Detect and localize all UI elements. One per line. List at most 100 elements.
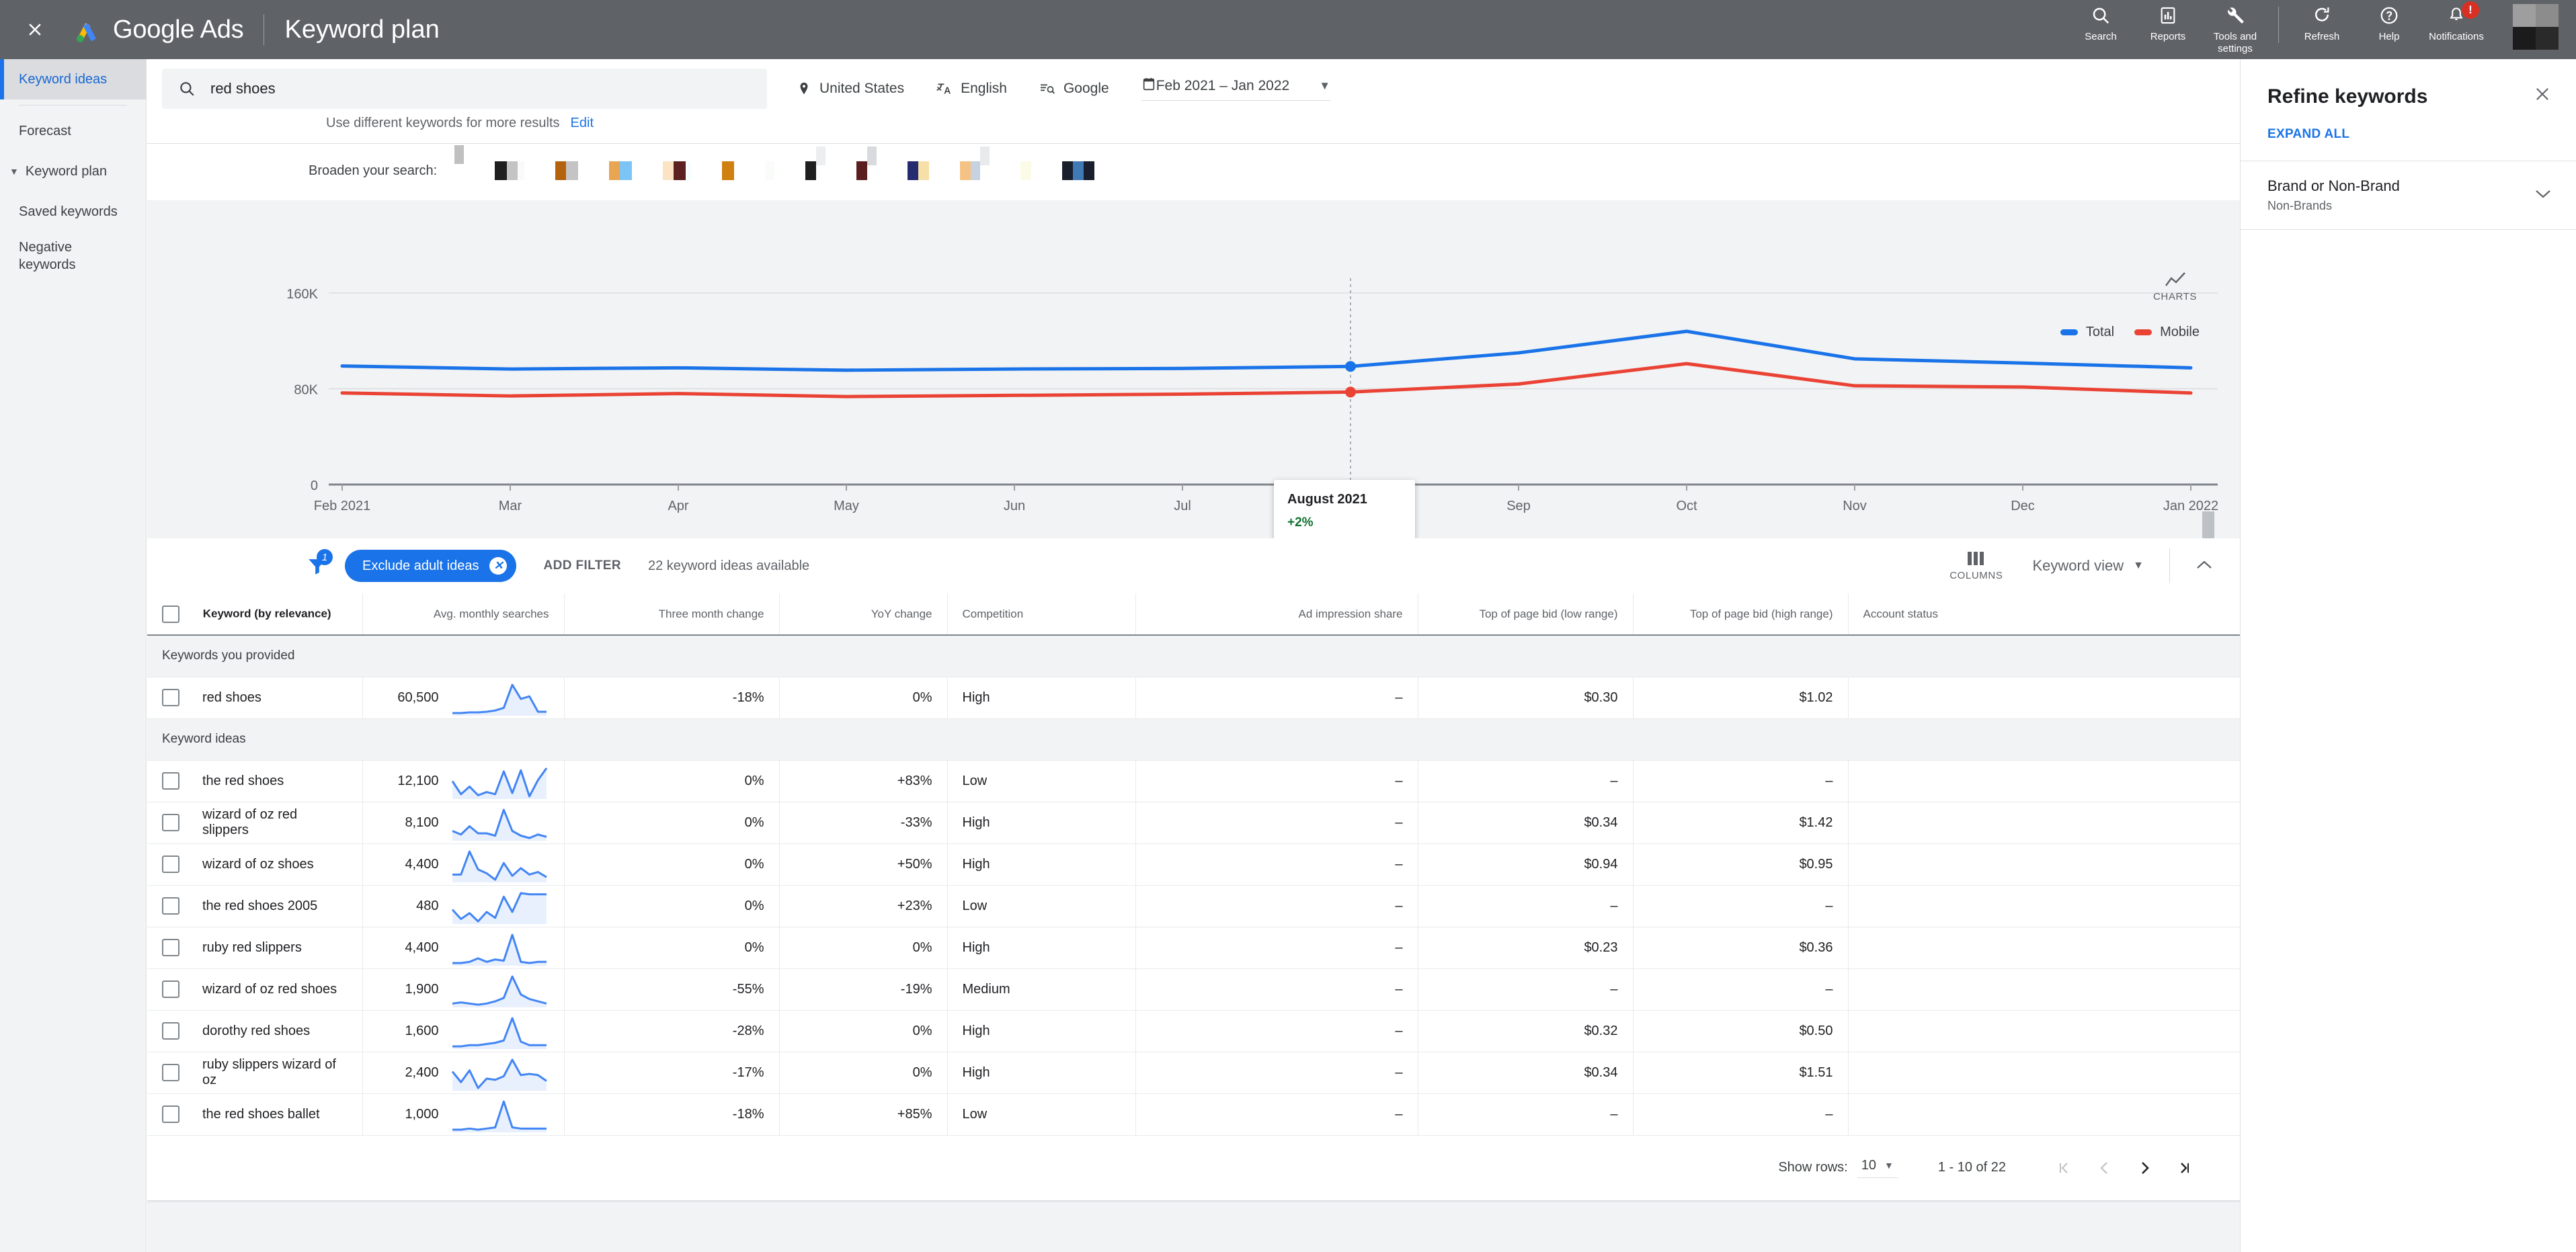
sidebar-item-forecast[interactable]: Forecast: [0, 111, 146, 151]
location-chip[interactable]: United States: [797, 81, 904, 97]
th-three-month-change[interactable]: Three month change: [563, 593, 779, 636]
collapse-table-button[interactable]: [2196, 557, 2213, 575]
topbar-help-button[interactable]: Help: [2360, 4, 2419, 43]
row-checkbox[interactable]: [162, 814, 179, 831]
table-group-label: Keywords you provided: [147, 635, 2240, 677]
date-range-picker[interactable]: Feb 2021 – Jan 2022 ▼: [1141, 77, 1331, 101]
table-row[interactable]: ruby red slippers 4,400 0% 0% High – $0.…: [147, 927, 2240, 969]
edit-keywords-link[interactable]: Edit: [571, 116, 594, 131]
th-top-of-page-bid-low[interactable]: Top of page bid (low range): [1417, 593, 1633, 636]
legend-item-total[interactable]: Total: [2060, 325, 2114, 340]
broaden-chip[interactable]: [1020, 161, 1032, 180]
table-row[interactable]: wizard of oz red shoes 1,900 -55% -19% M…: [147, 968, 2240, 1011]
table-row[interactable]: wizard of oz shoes 4,400 0% +50% High – …: [147, 843, 2240, 886]
pager-range-label: 1 - 10 of 22: [1937, 1160, 2006, 1175]
avg-value: 4,400: [405, 940, 439, 955]
last-page-button[interactable]: [2165, 1148, 2205, 1188]
charts-toggle-button[interactable]: CHARTS: [2153, 271, 2197, 302]
close-icon[interactable]: [15, 9, 55, 50]
google-ads-logo-icon: [77, 23, 96, 42]
topbar-notifications-label: Notifications: [2429, 31, 2484, 42]
cell-avg-monthly-searches: 8,100: [362, 802, 564, 844]
first-page-button[interactable]: [2044, 1148, 2084, 1188]
th-account-status[interactable]: Account status: [1847, 593, 2240, 636]
cell-yoy-change: +23%: [778, 885, 947, 927]
th-competition[interactable]: Competition: [947, 593, 1135, 636]
refine-row-brand-or-non-brand[interactable]: Brand or Non-Brand Non-Brands: [2241, 161, 2576, 229]
language-chip[interactable]: English: [936, 81, 1007, 97]
broaden-suggestion-chips[interactable]: [454, 145, 1125, 180]
th-keyword[interactable]: Keyword (by relevance): [147, 593, 362, 636]
broaden-chip[interactable]: [960, 147, 990, 180]
broaden-chip[interactable]: [1062, 161, 1095, 180]
table-row[interactable]: dorothy red shoes 1,600 -28% 0% High – $…: [147, 1010, 2240, 1052]
topbar-search-button[interactable]: Search: [2071, 4, 2130, 43]
avg-value: 4,400: [405, 856, 439, 872]
broaden-chip[interactable]: [805, 147, 826, 180]
redacted-block: [722, 161, 735, 180]
broaden-chip[interactable]: [856, 147, 877, 180]
previous-page-button[interactable]: [2084, 1148, 2124, 1188]
sidebar-item-keyword-ideas[interactable]: Keyword ideas: [0, 59, 146, 99]
topbar-tools-button[interactable]: Tools and settings: [2206, 4, 2265, 56]
row-checkbox[interactable]: [162, 980, 179, 998]
select-all-checkbox[interactable]: [162, 605, 179, 623]
topbar-refresh-button[interactable]: Refresh: [2292, 4, 2351, 43]
row-checkbox[interactable]: [162, 1064, 179, 1081]
th-ad-impression-share[interactable]: Ad impression share: [1135, 593, 1418, 636]
row-checkbox[interactable]: [162, 1105, 179, 1123]
table-row[interactable]: the red shoes ballet 1,000 -18% +85% Low…: [147, 1093, 2240, 1136]
sparkline-chart: [452, 975, 547, 1007]
add-filter-button[interactable]: ADD FILTER: [543, 558, 621, 573]
chevron-down-icon[interactable]: [2534, 187, 2552, 203]
cell-bid-high: $1.42: [1632, 802, 1848, 844]
table-row[interactable]: wizard of oz red slippers 8,100 0% -33% …: [147, 802, 2240, 844]
cell-competition: Medium: [947, 968, 1135, 1011]
columns-button[interactable]: COLUMNS: [1949, 550, 2003, 581]
th-yoy-change[interactable]: YoY change: [778, 593, 947, 636]
row-checkbox[interactable]: [162, 897, 179, 915]
expand-all-button[interactable]: EXPAND ALL: [2241, 108, 2576, 161]
rows-per-page-select[interactable]: 10 ▼: [1857, 1158, 1898, 1178]
search-box[interactable]: [162, 69, 767, 109]
broaden-chip[interactable]: [454, 145, 465, 180]
broaden-chip[interactable]: [555, 161, 579, 180]
close-icon[interactable]: ✕: [489, 557, 508, 575]
broaden-chip[interactable]: [663, 161, 692, 180]
filter-chip-exclude-adult-ideas[interactable]: Exclude adult ideas ✕: [345, 550, 517, 582]
sparkline-chart: [451, 892, 547, 924]
table-row[interactable]: the red shoes 2005 480 0% +23% Low – – –: [147, 885, 2240, 927]
topbar-notifications-button[interactable]: ! Notifications: [2427, 1, 2486, 43]
tools-icon: [2225, 4, 2245, 27]
topbar-reports-button[interactable]: Reports: [2138, 4, 2198, 43]
broaden-chip[interactable]: [609, 161, 633, 180]
table-row[interactable]: red shoes 60,500 -18% 0% High – $0.30 $1…: [147, 677, 2240, 719]
legend-item-mobile[interactable]: Mobile: [2134, 325, 2200, 340]
filter-icon[interactable]: 1: [306, 549, 333, 577]
network-chip[interactable]: Google: [1039, 81, 1109, 97]
th-top-of-page-bid-high[interactable]: Top of page bid (high range): [1632, 593, 1848, 636]
row-checkbox[interactable]: [162, 689, 179, 706]
table-row[interactable]: ruby slippers wizard of oz 2,400 -17% 0%…: [147, 1052, 2240, 1094]
sidebar-item-saved-keywords[interactable]: Saved keywords: [0, 192, 146, 232]
search-input[interactable]: [210, 80, 751, 97]
avatar[interactable]: [2513, 4, 2559, 50]
row-checkbox[interactable]: [162, 855, 179, 873]
th-avg-monthly-searches[interactable]: Avg. monthly searches: [362, 593, 564, 636]
avg-value: 1,600: [405, 1023, 439, 1038]
broaden-chip[interactable]: [765, 161, 775, 180]
broaden-chip[interactable]: [495, 161, 525, 180]
sidebar-item-negative-keywords[interactable]: Negative keywords: [0, 232, 146, 280]
broaden-chip[interactable]: [722, 161, 735, 180]
keyword-view-selector[interactable]: Keyword view ▼: [2032, 557, 2144, 575]
row-checkbox[interactable]: [162, 1022, 179, 1040]
row-checkbox[interactable]: [162, 772, 179, 790]
sidebar-item-keyword-plan[interactable]: ▼ Keyword plan: [0, 151, 146, 192]
cell-yoy-change: -19%: [778, 968, 947, 1011]
broaden-chip[interactable]: [908, 161, 930, 180]
table-row[interactable]: the red shoes 12,100 0% +83% Low – – –: [147, 760, 2240, 802]
close-icon[interactable]: [2533, 85, 2552, 108]
row-checkbox[interactable]: [162, 939, 179, 956]
next-page-button[interactable]: [2124, 1148, 2165, 1188]
google-ads-logo[interactable]: Google Ads: [71, 14, 244, 45]
